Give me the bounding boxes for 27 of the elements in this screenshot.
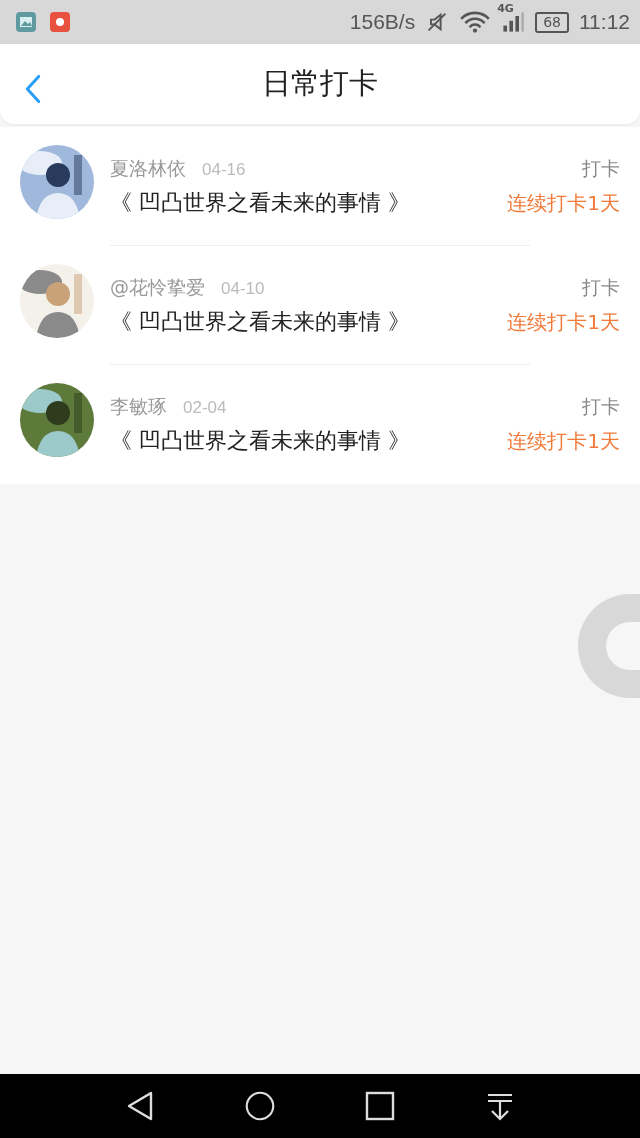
streak-label: 连续打卡1天 — [507, 428, 620, 455]
date-label: 02-04 — [183, 397, 227, 418]
back-icon[interactable] — [25, 74, 41, 104]
back-triangle-icon[interactable] — [125, 1090, 155, 1122]
checkin-label: 打卡 — [582, 394, 620, 419]
streak-label: 连续打卡1天 — [507, 309, 620, 336]
user-name: @花怜挚爱 — [110, 274, 205, 300]
checkin-label: 打卡 — [582, 156, 620, 181]
page-title: 日常打卡 — [262, 65, 378, 102]
user-name: 夏洛林依 — [110, 155, 186, 181]
date-label: 04-16 — [202, 159, 246, 180]
checkin-label: 打卡 — [582, 275, 620, 300]
network-type: 4G — [497, 2, 514, 15]
battery-indicator: 68 — [535, 11, 569, 33]
signal-icon — [501, 12, 526, 32]
book-title: 《 凹凸世界之看未来的事情 》 — [110, 426, 411, 455]
book-title: 《 凹凸世界之看未来的事情 》 — [110, 307, 411, 336]
recents-icon[interactable] — [365, 1090, 395, 1122]
network-speed: 156B/s — [349, 10, 416, 34]
user-name: 李敏琢 — [110, 393, 167, 419]
gallery-icon — [16, 12, 36, 32]
clock: 11:12 — [579, 10, 630, 34]
date-label: 04-10 — [221, 278, 265, 299]
wifi-icon — [459, 10, 492, 34]
streak-label: 连续打卡1天 — [507, 190, 620, 217]
home-icon[interactable] — [245, 1090, 275, 1122]
book-title: 《 凹凸世界之看未来的事情 》 — [110, 188, 411, 217]
